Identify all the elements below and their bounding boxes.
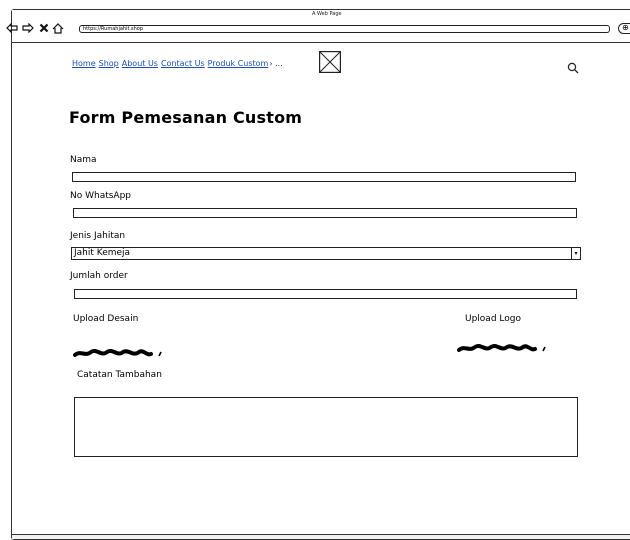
nav-more[interactable]: › ...	[269, 59, 282, 68]
jenis-jahitan-value: Jahit Kemeja	[74, 248, 131, 258]
search-icon[interactable]	[567, 59, 579, 74]
url-bar[interactable]: https://Rumahjahit.shop	[79, 25, 610, 33]
nav-link-shop[interactable]: Shop	[99, 59, 119, 68]
browser-titlebar: A Web Page https://Rumahjahit.shop ⊕	[6, 10, 630, 43]
jenis-jahitan-label: Jenis Jahitan	[70, 231, 126, 241]
image-placeholder-icon	[319, 51, 341, 73]
upload-logo-control[interactable]	[457, 340, 552, 352]
close-icon[interactable]	[37, 21, 51, 35]
catatan-label: Catatan Tambahan	[77, 370, 162, 380]
nav-link-contact[interactable]: Contact Us	[161, 59, 205, 68]
home-icon[interactable]	[51, 21, 65, 35]
page-content: Home Shop About Us Contact Us Produk Custom›…	[12, 43, 630, 539]
browser-search-box[interactable]: ⊕	[618, 23, 630, 34]
search-icon: ⊕	[622, 23, 629, 32]
whatsapp-input[interactable]	[73, 208, 577, 218]
nav-link-produk-custom[interactable]: Produk Custom	[208, 59, 269, 68]
window-title: A Web Page	[312, 11, 342, 17]
nav-links: Home Shop About Us Contact Us Produk Custom›…	[72, 59, 283, 68]
jumlah-order-input[interactable]	[74, 289, 577, 299]
browser-window: A Web Page https://Rumahjahit.shop ⊕ Hom…	[6, 9, 630, 540]
nav-link-home[interactable]: Home	[72, 59, 96, 68]
whatsapp-label: No WhatsApp	[70, 191, 132, 201]
nama-label: Nama	[70, 155, 97, 165]
upload-desain-label: Upload Desain	[73, 314, 139, 324]
nama-input[interactable]	[72, 172, 576, 182]
forward-arrow-icon[interactable]	[21, 21, 35, 35]
chevron-down-icon[interactable]: ▾	[571, 248, 580, 259]
catatan-textarea[interactable]	[74, 397, 578, 457]
window-bottom-edge	[12, 534, 630, 539]
back-arrow-icon[interactable]	[5, 21, 19, 35]
page-title: Form Pemesanan Custom	[69, 108, 303, 127]
upload-logo-label: Upload Logo	[465, 314, 521, 324]
jumlah-order-label: Jumlah order	[70, 271, 128, 281]
upload-desain-control[interactable]	[73, 345, 168, 357]
jenis-jahitan-select[interactable]: Jahit Kemeja ▾	[71, 247, 581, 260]
nav-link-about[interactable]: About Us	[122, 59, 158, 68]
